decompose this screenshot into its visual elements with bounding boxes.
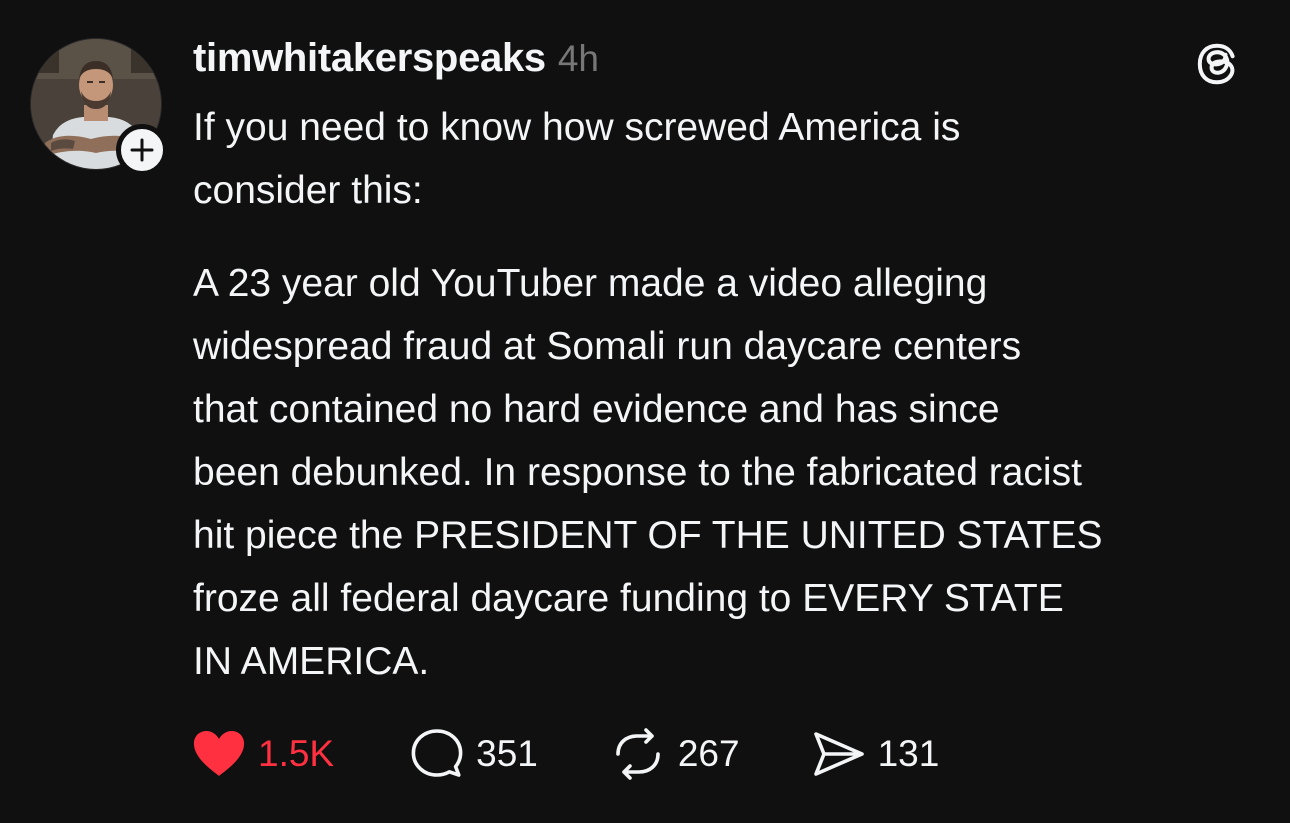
thread-post: timwhitakerspeaks 4h If you need to know… [0, 0, 1290, 823]
repost-count: 267 [677, 733, 740, 774]
comment-bubble-icon [411, 729, 463, 777]
reply-count: 351 [476, 733, 538, 774]
like-count: 1.5K [258, 733, 335, 774]
follow-button[interactable] [116, 124, 168, 176]
post-body: If you need to know how screwed America … [193, 96, 1273, 693]
author-avatar-container [30, 38, 168, 176]
repost-icon [616, 728, 660, 780]
username-link[interactable]: timwhitakerspeaks [193, 36, 546, 81]
plus-icon [130, 138, 154, 162]
threads-logo-icon[interactable] [1194, 40, 1240, 88]
send-icon [813, 732, 864, 776]
reply-button[interactable]: 351 [410, 728, 538, 780]
like-button[interactable]: 1.5K [192, 730, 334, 778]
heart-icon [193, 731, 245, 776]
repost-button[interactable]: 267 [610, 728, 740, 780]
post-actions: 1.5K 351 267 131 [192, 724, 939, 784]
share-button[interactable]: 131 [812, 730, 940, 778]
post-paragraph: If you need to know how screwed America … [193, 106, 961, 212]
post-header: timwhitakerspeaks 4h [193, 36, 599, 84]
share-count: 131 [877, 733, 940, 774]
post-timestamp[interactable]: 4h [558, 38, 599, 80]
post-paragraph: A 23 year old YouTuber made a video alle… [193, 262, 1103, 683]
